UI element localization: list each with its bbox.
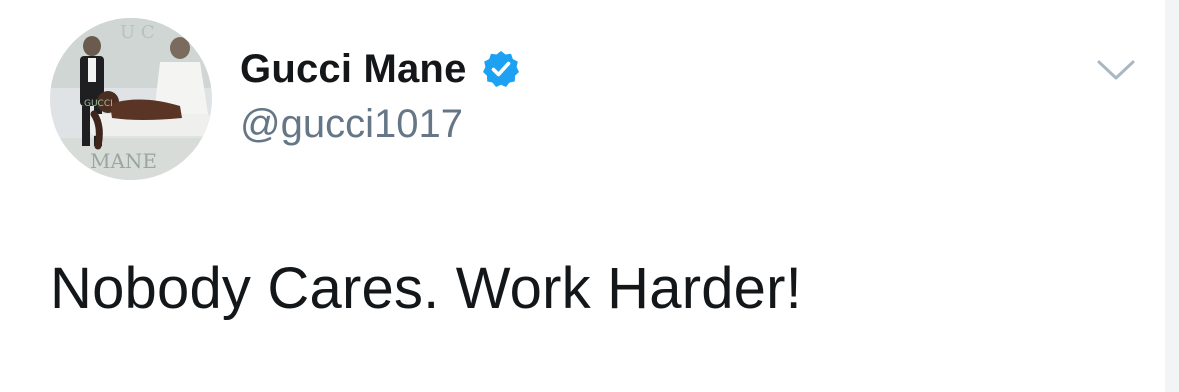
svg-text:MANE: MANE [90, 149, 157, 173]
author-name-row: Gucci Mane [240, 44, 521, 94]
svg-text:U C: U C [120, 22, 155, 43]
author-handle[interactable]: @gucci1017 [240, 102, 463, 147]
chevron-down-icon[interactable] [1095, 54, 1137, 84]
verified-badge-icon [482, 51, 519, 87]
tweet-card: GUCCI MANE U C Gucci Mane @gucci1017 Nob… [0, 0, 1179, 392]
svg-text:GUCCI: GUCCI [84, 99, 113, 109]
page-edge [1165, 0, 1179, 392]
author-avatar[interactable]: GUCCI MANE U C [50, 18, 212, 180]
avatar-photo: GUCCI MANE U C [50, 18, 212, 180]
author-display-name[interactable]: Gucci Mane [240, 47, 467, 92]
tweet-text: Nobody Cares. Work Harder! [50, 256, 802, 321]
